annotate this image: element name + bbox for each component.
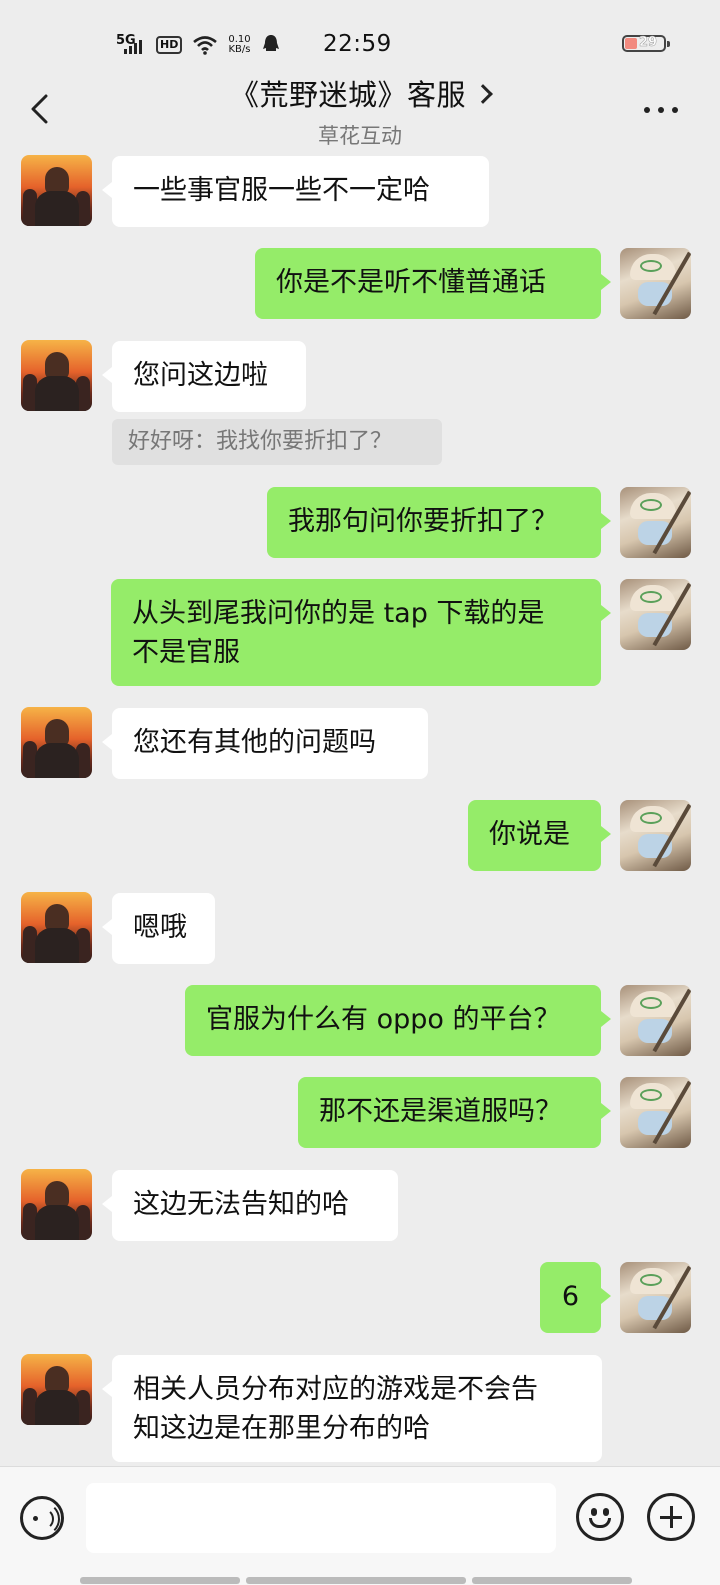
chat-title-button[interactable]: 《荒野迷城》客服 [0,72,720,114]
more-options-button[interactable] [644,100,684,120]
nav-indicator [80,1577,240,1584]
chat-subtitle: 草花互动 [318,124,402,148]
user-avatar[interactable] [620,1077,691,1148]
outgoing-message[interactable]: 官服为什么有 oppo 的平台？ [185,985,611,1056]
outgoing-message[interactable]: 6 [540,1262,611,1333]
message-input[interactable] [86,1483,556,1553]
wifi-icon [193,36,218,55]
service-avatar[interactable] [21,1354,92,1425]
chat-title: 《荒野迷城》客服 [229,78,466,112]
incoming-message[interactable]: 您还有其他的问题吗 [102,708,428,779]
speed-unit: KB/s [228,44,251,55]
user-avatar[interactable] [620,985,691,1056]
message-list[interactable]: 一些事官服一些不一定哈 你是不是听不懂普通话 您问这边啦 好好呀：我找你要折扣了… [0,152,720,1466]
user-avatar[interactable] [620,248,691,319]
nav-indicator [246,1577,466,1584]
outgoing-message[interactable]: 从头到尾我问你的是 tap 下载的是 不是官服 [111,579,611,686]
user-avatar[interactable] [620,1262,691,1333]
nav-indicator [472,1577,632,1584]
quoted-reply[interactable]: 好好呀：我找你要折扣了？ [112,419,442,465]
emoji-button[interactable] [576,1493,624,1541]
service-avatar[interactable] [21,892,92,963]
input-bar [0,1466,720,1585]
network-speed: 0.10 KB/s [228,35,250,55]
service-avatar[interactable] [21,340,92,411]
hd-icon: HD [156,36,183,54]
service-avatar[interactable] [21,707,92,778]
service-avatar[interactable] [21,1169,92,1240]
outgoing-message[interactable]: 你说是 [468,800,611,871]
more-icon [644,107,650,113]
user-avatar[interactable] [620,800,691,871]
user-avatar[interactable] [620,579,691,650]
voice-input-button[interactable] [20,1496,64,1540]
battery-level: 29 [639,35,658,51]
incoming-message[interactable]: 这边无法告知的哈 [102,1170,398,1241]
chat-header: 《荒野迷城》客服 草花互动 [0,60,720,152]
service-avatar[interactable] [21,155,92,226]
outgoing-message[interactable]: 我那句问你要折扣了？ [267,487,611,558]
battery-icon: 29 [622,35,670,52]
incoming-message[interactable]: 相关人员分布对应的游戏是不会告 知这边是在那里分布的哈 [102,1355,602,1462]
incoming-message[interactable]: 一些事官服一些不一定哈 [102,156,489,227]
clock: 22:59 [323,31,392,57]
incoming-message[interactable]: 您问这边啦 [102,341,306,412]
more-actions-button[interactable] [647,1493,695,1541]
outgoing-message[interactable]: 你是不是听不懂普通话 [255,248,611,319]
emoji-icon [591,1508,597,1516]
signal-icon: 5G [116,34,146,56]
user-avatar[interactable] [620,487,691,558]
outgoing-message[interactable]: 那不还是渠道服吗？ [298,1077,611,1148]
incoming-message[interactable]: 嗯哦 [102,893,215,964]
status-icons: 5G HD 0.10 KB/s [116,32,281,58]
chevron-right-icon [473,84,493,104]
qq-icon [262,35,279,51]
